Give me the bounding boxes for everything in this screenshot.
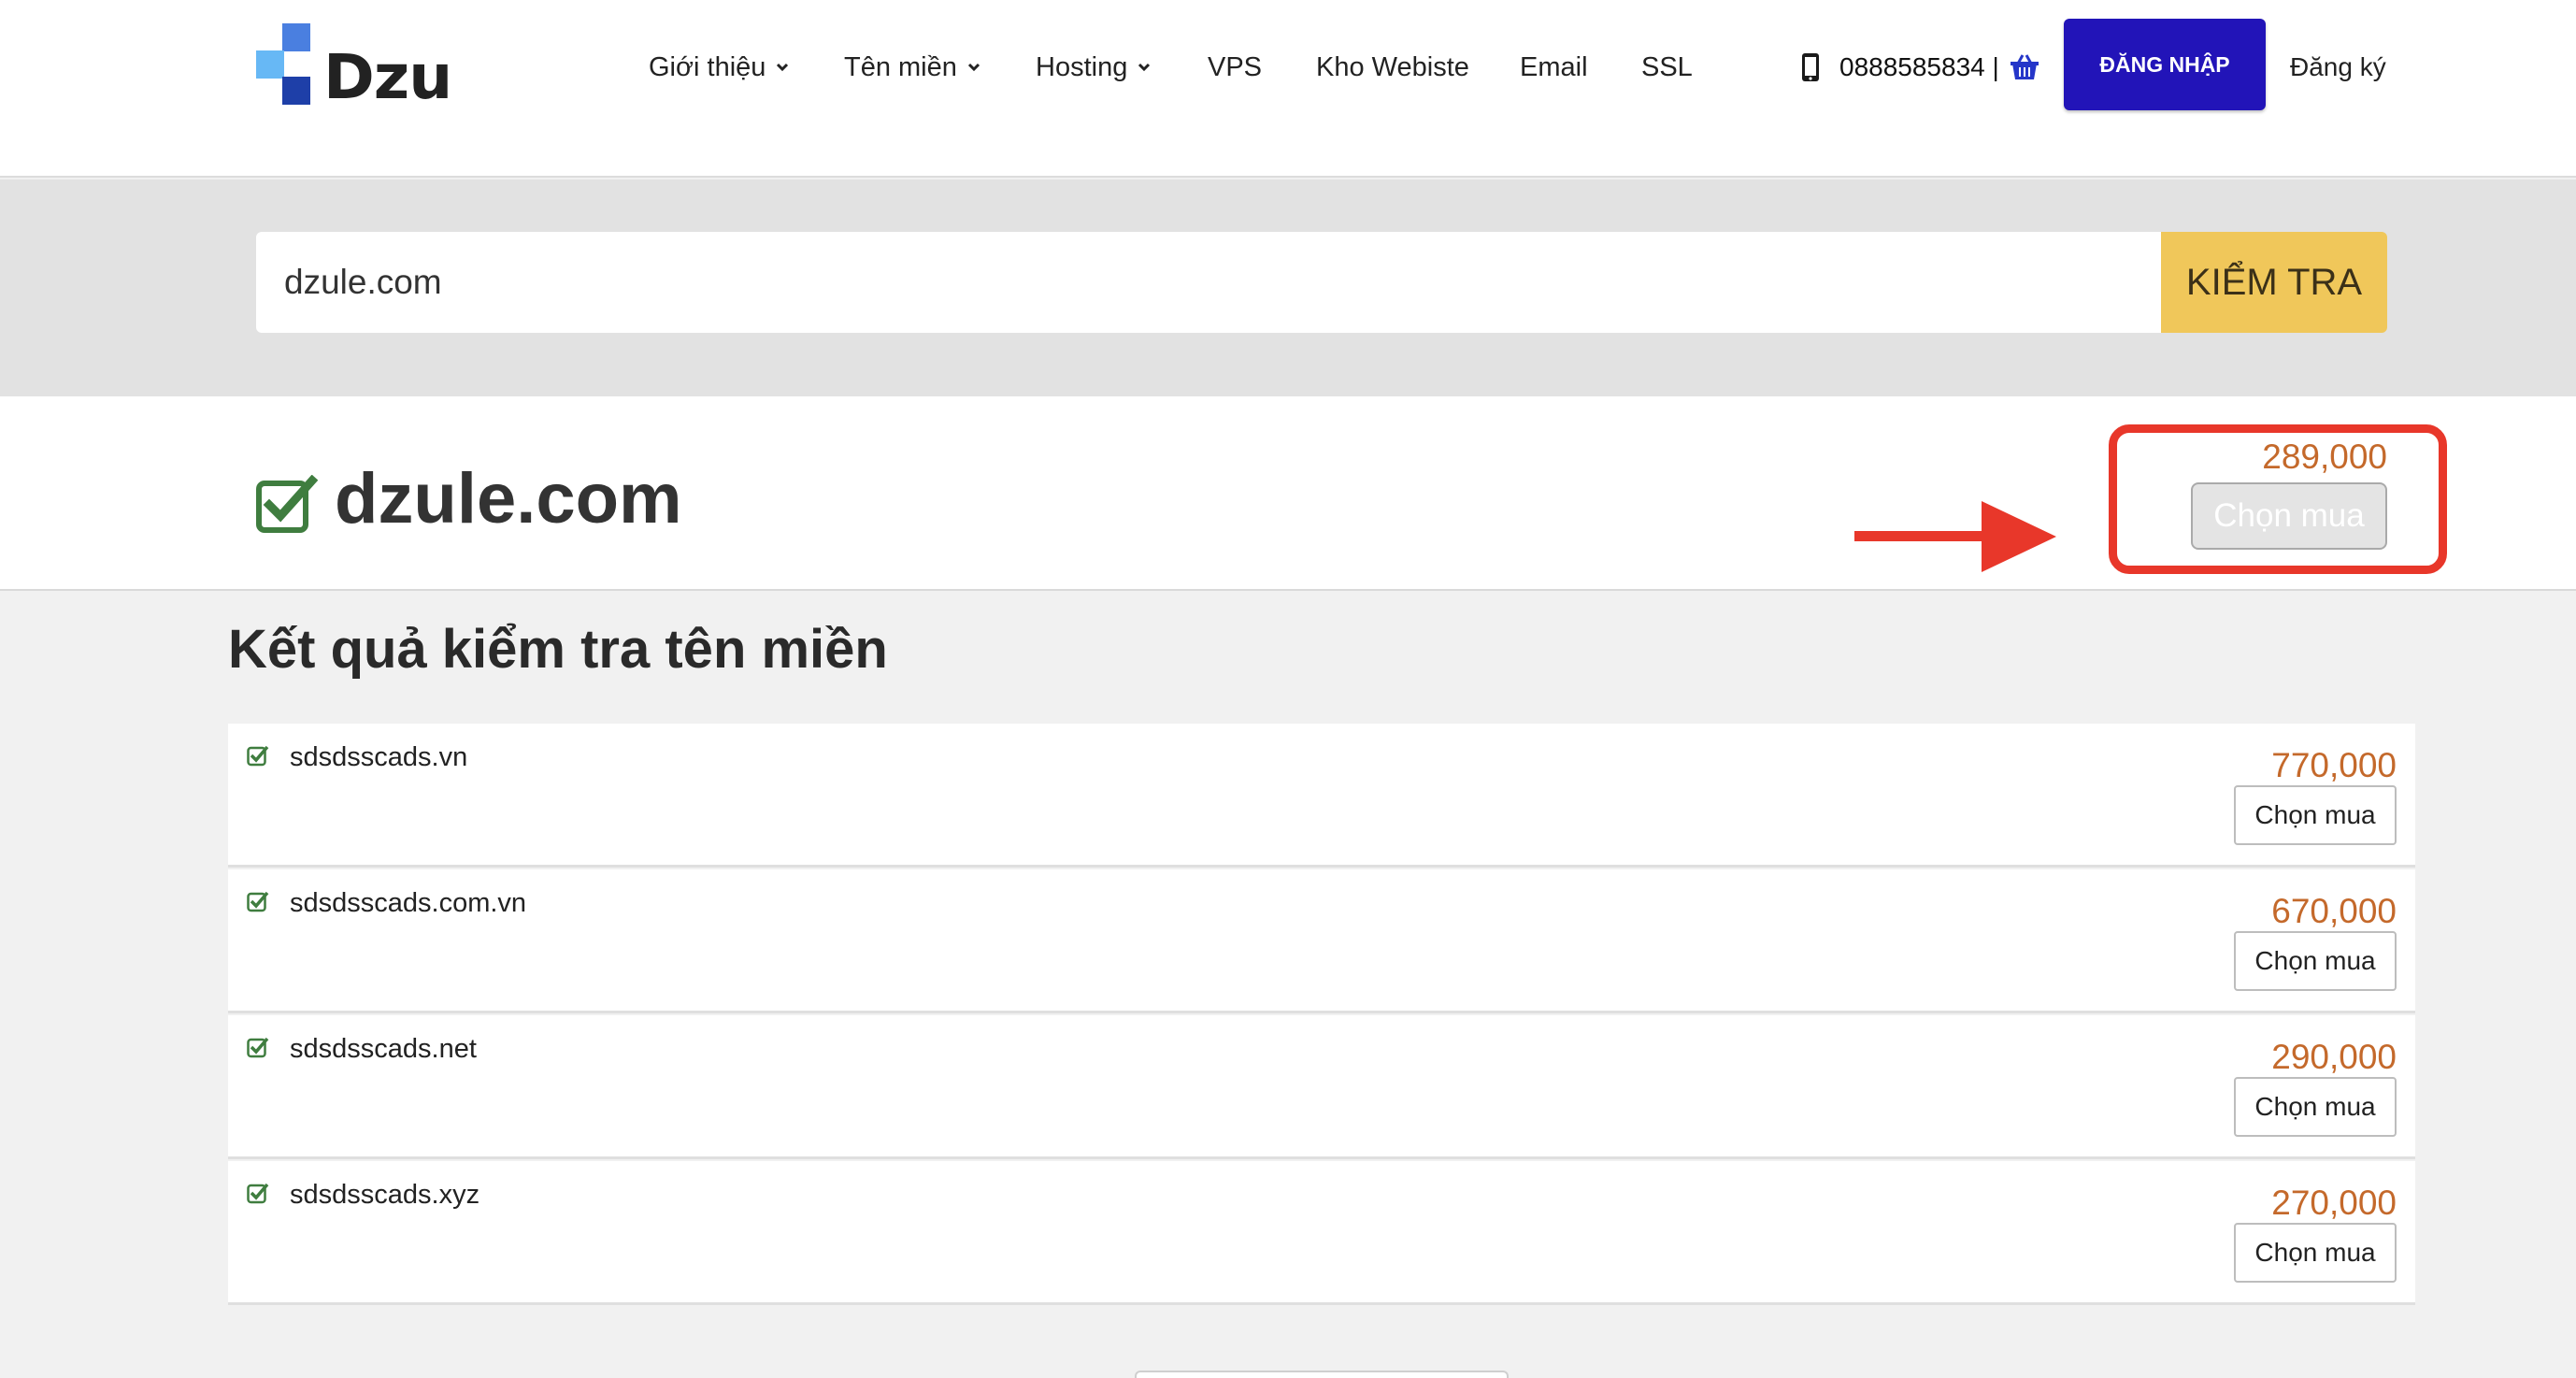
result-buy-button[interactable]: Chọn mua (2234, 931, 2397, 991)
domain-search-bar: KIỂM TRA (0, 179, 2576, 396)
result-buy-button[interactable]: Chọn mua (2234, 785, 2397, 845)
checkbox-checked-icon (256, 475, 318, 533)
result-price: 770,000 (2271, 746, 2397, 784)
result-domain-name: sdsdsscads.net (290, 1034, 477, 1064)
result-domain-name: sdsdsscads.com.vn (290, 888, 527, 918)
arrow-right-icon (1854, 501, 2056, 572)
nav-item-ten-mien[interactable]: Tên miền (844, 49, 981, 86)
nav-item-kho-website[interactable]: Kho Webiste (1316, 49, 1469, 86)
nav-item-label: Tên miền (844, 51, 957, 82)
primary-domain-name: dzule.com (335, 459, 682, 538)
nav-item-label: VPS (1208, 51, 1263, 82)
nav-item-label: Email (1520, 51, 1588, 82)
site-header: Dzu Giới thiệu Tên miền Hosting VPS Kho … (0, 0, 2576, 178)
results-list: sdsdsscads.vn 770,000 Chọn mua sdsdsscad… (228, 724, 2415, 1307)
result-price: 270,000 (2271, 1184, 2397, 1222)
logo-square (256, 50, 284, 79)
checkbox-checked-icon (247, 891, 269, 912)
domain-search-input[interactable] (256, 232, 2161, 333)
nav-item-hosting[interactable]: Hosting (1036, 49, 1152, 86)
primary-domain-price: 289,000 (2262, 438, 2387, 476)
phone-number: 0888585834 | (1839, 52, 1999, 81)
result-row: sdsdsscads.com.vn 670,000 Chọn mua (228, 869, 2415, 1013)
result-row: sdsdsscads.xyz 270,000 Chọn mua (228, 1161, 2415, 1305)
login-button[interactable]: ĐĂNG NHẬP (2064, 19, 2266, 110)
primary-buy-button[interactable]: Chọn mua (2191, 482, 2387, 550)
chevron-down-icon (967, 63, 980, 72)
result-buy-button[interactable]: Chọn mua (2234, 1077, 2397, 1137)
shopping-basket-icon[interactable] (2009, 52, 2040, 82)
nav-item-label: Hosting (1036, 51, 1128, 82)
nav-item-ssl[interactable]: SSL (1641, 49, 1693, 86)
logo-square (282, 77, 310, 105)
logo-square (282, 23, 310, 51)
nav-item-gioi-thieu[interactable]: Giới thiệu (649, 49, 790, 86)
load-more-button[interactable] (1135, 1371, 1509, 1378)
checkbox-checked-icon (247, 745, 269, 767)
nav-item-label: Kho Webiste (1316, 51, 1469, 82)
check-domain-button[interactable]: KIỂM TRA (2161, 232, 2387, 333)
nav-item-label: SSL (1641, 51, 1693, 82)
result-buy-button[interactable]: Chọn mua (2234, 1223, 2397, 1283)
result-domain-name: sdsdsscads.vn (290, 742, 468, 772)
nav-item-vps[interactable]: VPS (1208, 49, 1262, 86)
primary-domain-result: dzule.com 289,000 Chọn mua (0, 396, 2576, 591)
checkbox-checked-icon (247, 1183, 269, 1204)
brand-name: Dzu (323, 41, 452, 113)
result-domain-name: sdsdsscads.xyz (290, 1180, 480, 1210)
chevron-down-icon (1138, 63, 1151, 72)
contact-phone[interactable]: 0888585834 | (1800, 49, 2040, 86)
results-heading: Kết quả kiểm tra tên miền (228, 619, 888, 680)
chevron-down-icon (777, 63, 789, 72)
nav-item-email[interactable]: Email (1520, 49, 1588, 86)
result-row: sdsdsscads.net 290,000 Chọn mua (228, 1015, 2415, 1159)
mobile-phone-icon (1802, 53, 1819, 81)
nav-item-label: Giới thiệu (649, 51, 766, 82)
result-price: 670,000 (2271, 892, 2397, 930)
result-row: sdsdsscads.vn 770,000 Chọn mua (228, 724, 2415, 868)
register-link[interactable]: Đăng ký (2290, 49, 2386, 86)
brand-logo[interactable]: Dzu (254, 21, 452, 114)
checkbox-checked-icon (247, 1037, 269, 1058)
result-price: 290,000 (2271, 1038, 2397, 1076)
